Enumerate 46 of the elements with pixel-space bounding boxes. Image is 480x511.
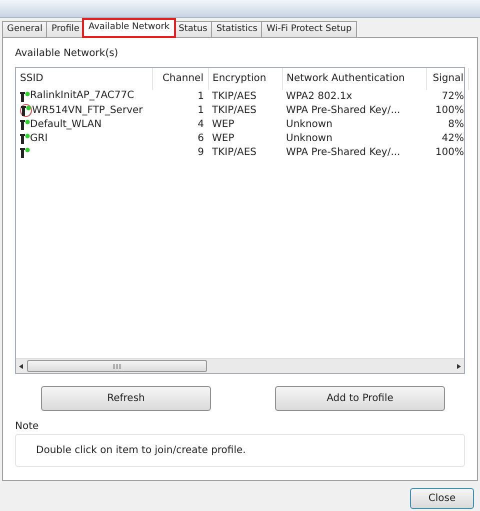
section-title: Available Network(s) xyxy=(15,48,118,59)
column-header[interactable]: Channel xyxy=(152,68,208,90)
close-button[interactable]: Close xyxy=(410,488,474,509)
tab[interactable]: Available Network xyxy=(83,19,175,37)
table-cell-text: TKIP/AES xyxy=(211,146,258,160)
table-cell-text: WPA Pre-Shared Key/... xyxy=(285,146,402,160)
scroll-right-icon[interactable] xyxy=(457,364,461,368)
table-cell-text: WEP xyxy=(211,132,236,146)
tab[interactable]: Wi-Fi Protect Setup xyxy=(261,21,357,37)
scroll-thumb[interactable] xyxy=(27,360,207,372)
tab[interactable]: Status xyxy=(174,21,212,37)
scroll-bar[interactable] xyxy=(16,358,464,373)
scroll-left-icon[interactable] xyxy=(19,364,23,368)
table-cell-text: 42% xyxy=(440,132,465,146)
tab[interactable]: Statistics xyxy=(211,21,262,37)
button[interactable]: Refresh xyxy=(41,386,211,411)
button[interactable]: Add to Profile xyxy=(275,386,445,411)
table-cell: TKIP/AES xyxy=(208,90,282,104)
table-cell-text: 4 xyxy=(196,118,205,132)
table-cell-text: WEP xyxy=(211,118,236,132)
table-cell: WR514VN_FTP_Server xyxy=(32,104,143,116)
table-cell-text: 9 xyxy=(196,146,205,160)
table-cell-text: 100% xyxy=(434,146,465,160)
column-header[interactable]: Signal xyxy=(426,68,468,90)
table-cell: GRI xyxy=(30,132,48,144)
column-header[interactable]: SSID xyxy=(16,68,152,90)
table-cell-text: Unknown xyxy=(285,118,334,132)
table-cell: 1 xyxy=(152,90,208,104)
table-cell-text: TKIP/AES xyxy=(211,104,258,118)
tab[interactable]: Profile xyxy=(46,21,84,37)
table-cell-text: 1 xyxy=(196,104,205,118)
table-cell-text: Unknown xyxy=(285,132,334,146)
table-cell: 72% xyxy=(426,90,468,104)
table-cell: WPA2 802.1x xyxy=(282,90,426,104)
note-text: Double click on item to join/create profile. xyxy=(36,445,246,456)
tab[interactable]: General xyxy=(2,21,48,37)
column-header[interactable]: Network Authentication xyxy=(282,68,426,90)
table-cell: Default_WLAN xyxy=(30,118,102,130)
note-title: Note xyxy=(15,420,40,434)
table-cell: RalinkInitAP_7AC77C xyxy=(30,90,134,102)
grip-icon xyxy=(113,364,121,368)
table-cell-text: 8% xyxy=(447,118,465,132)
table-cell-text: 100% xyxy=(434,104,465,118)
table-cell-text: WPA Pre-Shared Key/... xyxy=(285,104,402,118)
column-header[interactable]: Encryption xyxy=(208,68,282,90)
table-cell-text: 6 xyxy=(196,132,205,146)
